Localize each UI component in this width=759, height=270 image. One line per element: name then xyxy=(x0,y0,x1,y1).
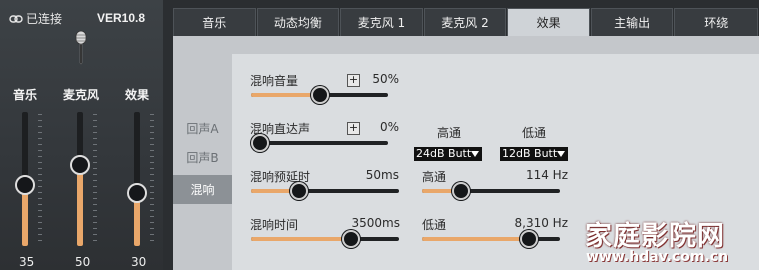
watermark-url: www.hdav.com.cn xyxy=(586,249,729,265)
tab-surround[interactable]: 环绕 xyxy=(674,8,759,36)
channel-label-effect: 效果 xyxy=(125,88,150,102)
channel-label-mic: 麦克风 xyxy=(63,88,100,102)
lowpass-value: 8,310 Hz xyxy=(514,216,569,230)
slider-thumb[interactable] xyxy=(520,230,538,248)
reverb-predelay-value: 50ms xyxy=(365,168,399,182)
tab-bar: 音乐 动态均衡 麦克风 1 麦克风 2 效果 主输出 环绕 xyxy=(173,8,759,36)
fader-scale xyxy=(38,114,42,244)
watermark-logo: 家庭影院网 xyxy=(585,221,725,252)
highpass-value: 114 Hz xyxy=(525,168,568,182)
reverb-time-value: 3500ms xyxy=(351,216,400,230)
slider-fill xyxy=(251,93,320,97)
fader-scale xyxy=(93,114,97,244)
fader-knob[interactable] xyxy=(70,155,90,175)
link-icon xyxy=(9,14,23,23)
tab-effects[interactable]: 效果 xyxy=(507,8,590,36)
subtab-echo-a[interactable]: 回声A xyxy=(173,114,232,143)
subtab-reverb[interactable]: 混响 xyxy=(173,175,232,204)
lowpass-slider[interactable] xyxy=(422,230,560,248)
connection-status[interactable]: 已连接 xyxy=(9,10,62,27)
channel-value-mic: 50 xyxy=(75,255,91,269)
channel-label-music: 音乐 xyxy=(13,88,38,102)
tab-main-output[interactable]: 主输出 xyxy=(590,8,674,36)
lowpass-type-value: 12dB Butt xyxy=(502,147,558,160)
fader-scale xyxy=(150,114,154,244)
tab-dynamic-eq[interactable]: 动态均衡 xyxy=(256,8,340,36)
slider-thumb[interactable] xyxy=(251,134,269,152)
highpass-slider[interactable] xyxy=(422,182,560,200)
reverb-volume-slider[interactable] xyxy=(251,86,388,104)
fader-knob[interactable] xyxy=(127,183,147,203)
fader-effect[interactable] xyxy=(126,112,162,246)
microphone-icon xyxy=(75,30,87,65)
channel-value-effect: 30 xyxy=(131,255,147,269)
channel-value-music: 35 xyxy=(19,255,35,269)
fader-track xyxy=(134,112,140,246)
fader-knob[interactable] xyxy=(15,175,35,195)
reverb-predelay-slider[interactable] xyxy=(251,182,399,200)
lowpass-type-select[interactable]: 12dB Butt xyxy=(500,147,568,161)
fader-mic[interactable] xyxy=(69,112,105,246)
connection-label: 已连接 xyxy=(26,12,63,26)
subtab-echo-b[interactable]: 回声B xyxy=(173,143,232,172)
slider-thumb[interactable] xyxy=(452,182,470,200)
reverb-time-slider[interactable] xyxy=(251,230,399,248)
triangle-down-icon xyxy=(557,151,565,157)
tab-music[interactable]: 音乐 xyxy=(173,8,256,36)
reverb-volume-value: 50% xyxy=(372,72,399,86)
version-label: VER10.8 xyxy=(97,11,146,25)
tab-mic-2[interactable]: 麦克风 2 xyxy=(423,8,507,36)
fader-music[interactable] xyxy=(14,112,50,246)
lowpass-header: 低通 xyxy=(522,126,547,140)
slider-thumb[interactable] xyxy=(290,182,308,200)
slider-thumb[interactable] xyxy=(342,230,360,248)
fader-fill xyxy=(77,165,83,246)
side-panel: 已连接 VER10.8 音乐 麦克风 效果 35 50 30 xyxy=(0,0,163,270)
highpass-header: 高通 xyxy=(437,126,462,140)
effect-subnav: 回声A 回声B 混响 xyxy=(173,36,232,270)
fader-track xyxy=(77,112,83,246)
highpass-type-select[interactable]: 24dB Butt xyxy=(414,147,482,161)
slider-fill xyxy=(422,237,529,241)
reverb-direct-slider[interactable] xyxy=(251,134,388,152)
reverb-direct-value: 0% xyxy=(379,120,399,134)
slider-rail xyxy=(251,141,388,145)
slider-fill xyxy=(251,237,351,241)
highpass-type-value: 24dB Butt xyxy=(416,147,472,160)
slider-thumb[interactable] xyxy=(311,86,329,104)
app-window: 已连接 VER10.8 音乐 麦克风 效果 35 50 30 音乐 动态均衡 麦… xyxy=(0,0,759,270)
triangle-down-icon xyxy=(471,151,479,157)
tab-mic-1[interactable]: 麦克风 1 xyxy=(340,8,423,36)
